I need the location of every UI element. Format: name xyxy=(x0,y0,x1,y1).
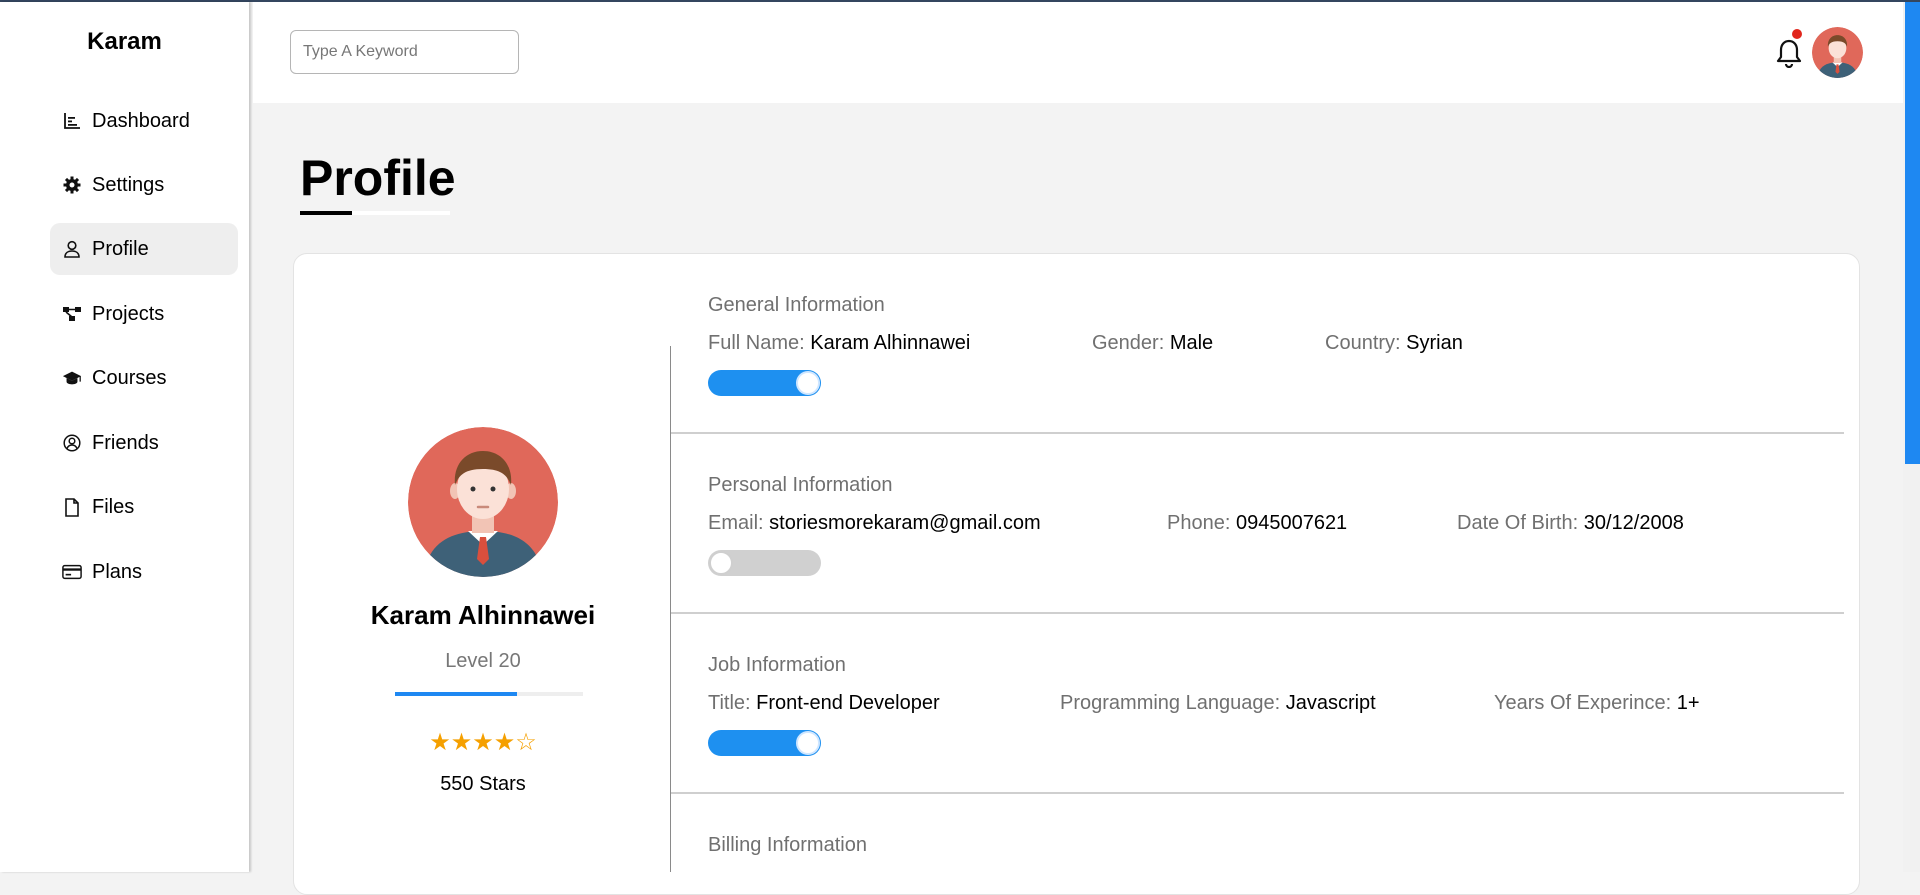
search-input[interactable] xyxy=(290,30,519,74)
brand-title: Karam xyxy=(87,28,162,55)
graduation-cap-icon xyxy=(62,368,82,388)
field-gender: Gender: Male xyxy=(1092,332,1214,354)
toggle-knob xyxy=(709,551,733,575)
rating-stars-icon: ★★★★☆ xyxy=(429,729,537,756)
sidebar-item-label: Friends xyxy=(92,431,159,454)
sidebar-item-label: Settings xyxy=(92,173,165,196)
title-underline-accent xyxy=(300,211,352,215)
sidebar-item-label: Plans xyxy=(92,560,143,583)
scrollbar-thumb[interactable] xyxy=(1905,2,1920,464)
credit-card-icon xyxy=(62,562,82,582)
sidebar-item-label: Profile xyxy=(92,237,149,260)
user-icon xyxy=(62,239,82,259)
field-phone: Phone: 0945007621 xyxy=(1167,512,1348,534)
user-circle-icon xyxy=(62,433,82,453)
toggle-knob xyxy=(796,371,820,395)
file-icon xyxy=(62,497,82,517)
diagram-icon xyxy=(62,304,82,324)
job-info-toggle[interactable] xyxy=(708,730,821,756)
profile-name: Karam Alhinnawei xyxy=(370,600,596,630)
sidebar-item-label: Projects xyxy=(92,302,165,325)
section-title-personal: Personal Information xyxy=(708,474,893,496)
sidebar-item-plans[interactable]: Plans xyxy=(50,546,238,598)
sidebar-item-friends[interactable]: Friends xyxy=(50,417,238,469)
field-email: Email: storiesmorekaram@gmail.com xyxy=(708,512,1041,534)
section-title-job: Job Information xyxy=(708,654,846,676)
sidebar-item-courses[interactable]: Courses xyxy=(50,352,238,404)
profile-level: Level 20 xyxy=(445,650,521,672)
section-divider xyxy=(671,612,1844,614)
section-title-general: General Information xyxy=(708,294,885,316)
field-programming-language: Programming Language: Javascript xyxy=(1060,692,1376,714)
toggle-knob xyxy=(796,731,820,755)
sidebar-item-dashboard[interactable]: Dashboard xyxy=(50,95,238,147)
section-divider xyxy=(671,432,1844,434)
avatar[interactable] xyxy=(1812,27,1863,78)
stars-count: 550 Stars xyxy=(440,773,526,795)
level-progress-fill xyxy=(395,692,517,696)
bell-icon[interactable] xyxy=(1776,38,1802,69)
general-info-toggle[interactable] xyxy=(708,370,821,396)
sidebar-item-label: Files xyxy=(92,495,135,518)
sidebar-item-projects[interactable]: Projects xyxy=(50,288,238,340)
profile-card xyxy=(293,253,1860,895)
personal-info-toggle[interactable] xyxy=(708,550,821,576)
sidebar-item-profile[interactable]: Profile xyxy=(50,223,238,275)
sidebar-item-label: Courses xyxy=(92,366,167,389)
sidebar-item-settings[interactable]: Settings xyxy=(50,159,238,211)
gear-icon xyxy=(62,175,82,195)
chart-icon xyxy=(62,111,82,131)
field-date-of-birth: Date Of Birth: 30/12/2008 xyxy=(1457,512,1684,534)
notification-dot xyxy=(1792,29,1802,39)
page-title: Profile xyxy=(300,150,456,206)
section-title-billing: Billing Information xyxy=(708,834,867,856)
field-years-experience: Years Of Experince: 1+ xyxy=(1494,692,1700,714)
field-full-name: Full Name: Karam Alhinnawei xyxy=(708,332,971,354)
profile-avatar xyxy=(408,427,558,577)
sidebar-item-files[interactable]: Files xyxy=(50,481,238,533)
field-country: Country: Syrian xyxy=(1325,332,1463,354)
field-job-title: Title: Front-end Developer xyxy=(708,692,940,714)
section-divider xyxy=(671,792,1844,794)
sidebar-item-label: Dashboard xyxy=(92,109,190,132)
